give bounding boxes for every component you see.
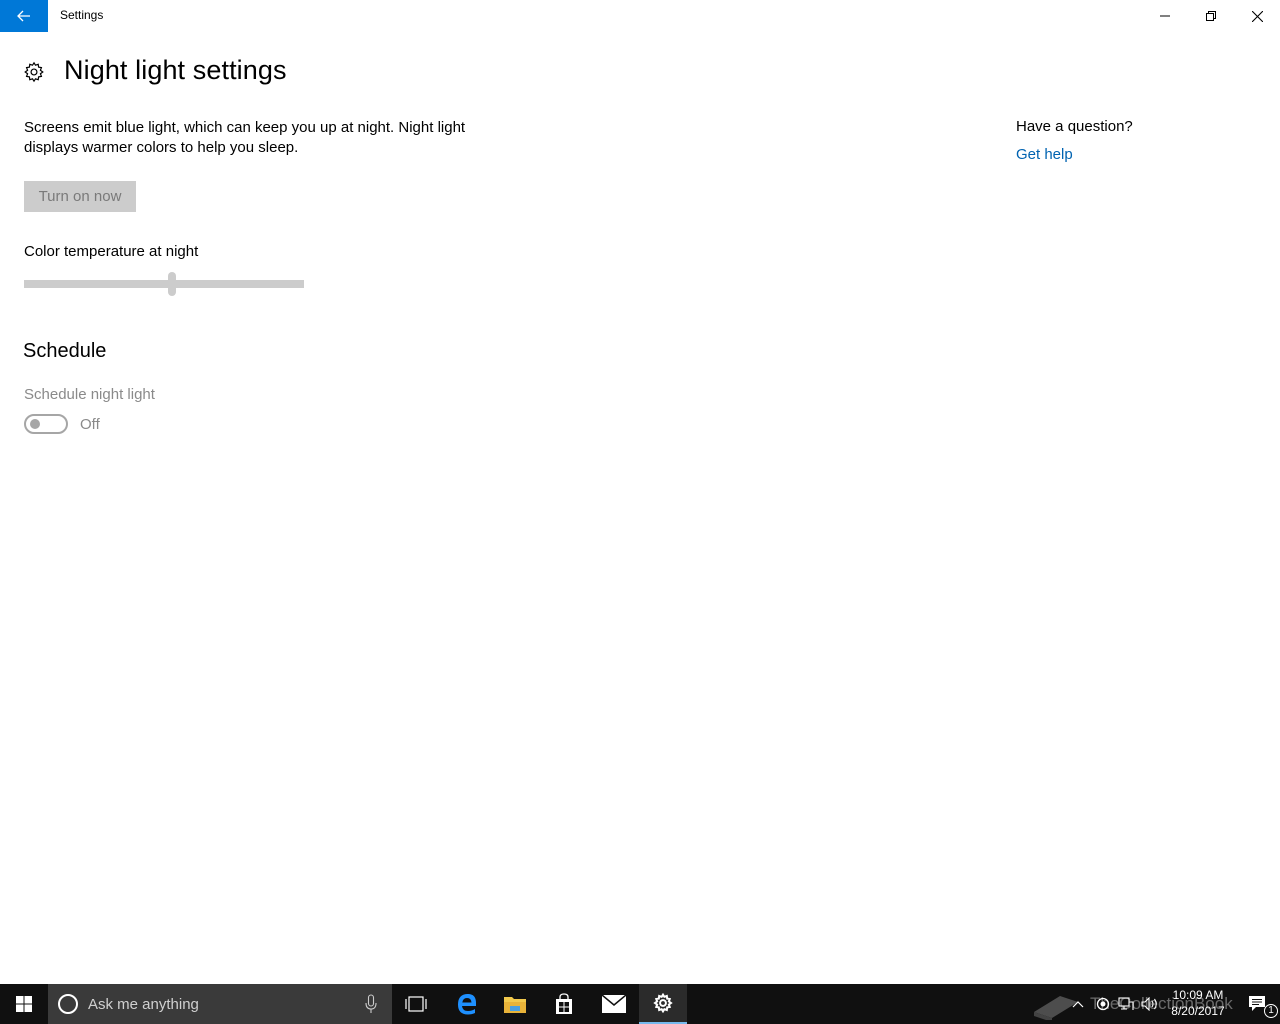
- back-button[interactable]: [0, 0, 48, 32]
- task-view-button[interactable]: [392, 984, 440, 1024]
- network-button[interactable]: [1116, 984, 1136, 1024]
- file-explorer-icon: [504, 997, 526, 1013]
- night-light-description: Screens emit blue light, which can keep …: [24, 119, 466, 156]
- back-arrow-icon: [17, 10, 30, 22]
- slider-thumb[interactable]: [168, 272, 176, 296]
- volume-icon: [1141, 997, 1157, 1011]
- store-icon: [556, 993, 572, 1014]
- schedule-toggle[interactable]: [24, 414, 68, 434]
- start-button[interactable]: [0, 984, 48, 1024]
- notification-count: 1: [1264, 1004, 1278, 1018]
- action-center-button[interactable]: 1: [1236, 984, 1280, 1024]
- settings-button[interactable]: [639, 984, 687, 1024]
- windows-logo-icon: [16, 996, 32, 1012]
- page-title: Night light settings: [64, 55, 287, 85]
- store-button[interactable]: [540, 984, 588, 1024]
- record-icon: [1096, 997, 1110, 1011]
- restore-icon: [1206, 11, 1216, 21]
- get-help-link[interactable]: Get help: [1016, 146, 1073, 163]
- taskbar: Ask me anything TheCollectionBook 10:09 …: [0, 984, 1280, 1024]
- mail-button[interactable]: [590, 984, 638, 1024]
- settings-icon: [653, 993, 673, 1013]
- volume-button[interactable]: [1140, 984, 1160, 1024]
- schedule-night-light-label: Schedule night light: [24, 386, 155, 403]
- show-hidden-icons-button[interactable]: [1068, 984, 1088, 1024]
- mail-icon: [602, 995, 626, 1013]
- toggle-state-label: Off: [80, 416, 100, 433]
- turn-on-now-button[interactable]: Turn on now: [24, 181, 136, 212]
- color-temperature-slider[interactable]: [24, 272, 304, 296]
- clock-date: 8/20/2017: [1171, 1004, 1225, 1018]
- edge-icon: [458, 994, 476, 1015]
- title-bar: Settings: [0, 0, 1280, 32]
- edge-button[interactable]: [443, 984, 491, 1024]
- help-question: Have a question?: [1016, 118, 1133, 135]
- toggle-knob: [30, 419, 40, 429]
- microphone-icon[interactable]: [364, 994, 378, 1014]
- app-title: Settings: [60, 8, 104, 22]
- restore-button[interactable]: [1188, 0, 1234, 32]
- tray-app-button[interactable]: [1094, 984, 1112, 1024]
- clock[interactable]: 10:09 AM 8/20/2017: [1160, 987, 1236, 1019]
- close-button[interactable]: [1234, 0, 1280, 32]
- network-icon: [1118, 997, 1134, 1010]
- clock-time: 10:09 AM: [1172, 988, 1224, 1002]
- close-icon: [1251, 10, 1263, 22]
- file-explorer-button[interactable]: [491, 984, 539, 1024]
- task-view-icon: [405, 996, 427, 1012]
- search-placeholder: Ask me anything: [88, 996, 199, 1013]
- slider-track: [24, 280, 304, 288]
- schedule-heading: Schedule: [23, 340, 107, 362]
- minimize-button[interactable]: [1142, 0, 1188, 32]
- gear-icon: [24, 61, 44, 83]
- minimize-icon: [1160, 15, 1170, 17]
- chevron-up-icon: [1072, 1001, 1084, 1008]
- search-box[interactable]: Ask me anything: [48, 984, 392, 1024]
- cortana-icon: [58, 994, 78, 1014]
- color-temperature-label: Color temperature at night: [24, 243, 199, 260]
